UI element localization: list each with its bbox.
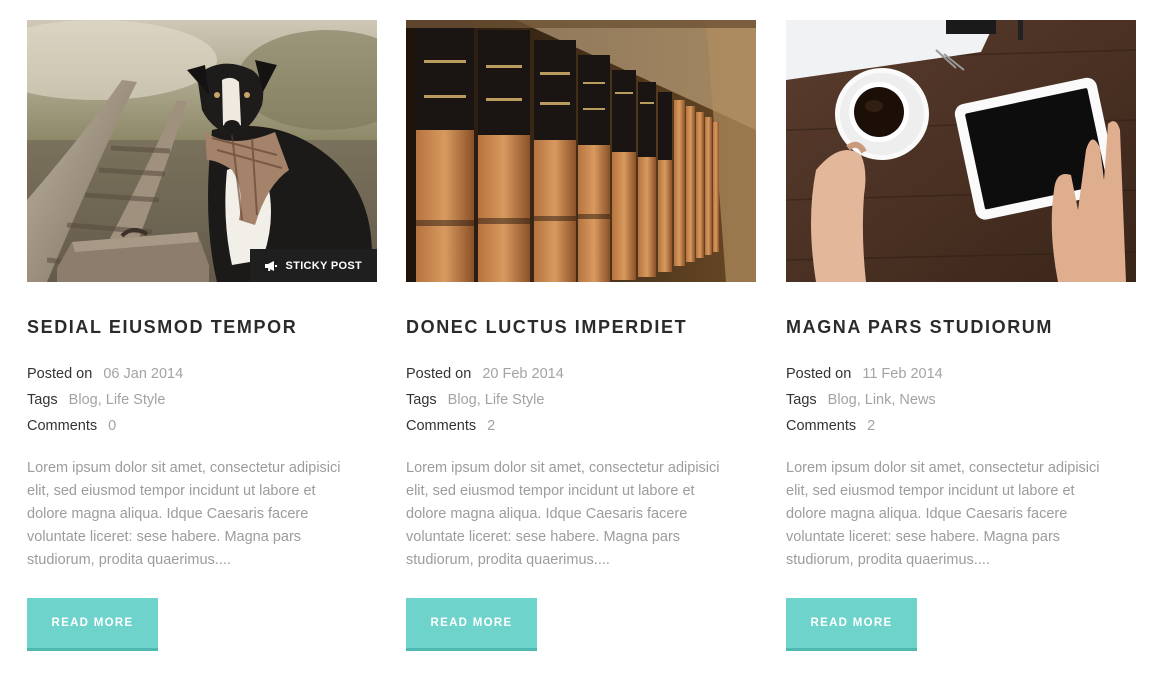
post-meta: Posted on 06 Jan 2014 Tags Blog, Life St… <box>27 361 377 439</box>
sticky-post-label: STICKY POST <box>285 259 362 272</box>
posted-on-date: 06 Jan 2014 <box>103 366 184 382</box>
post-title[interactable]: MAGNA PARS STUDIORUM <box>786 316 1136 338</box>
post-title[interactable]: SEDIAL EIUSMOD TEMPOR <box>27 316 377 338</box>
tags-links[interactable]: Blog, Life Style <box>69 392 166 408</box>
read-more-button[interactable]: READ MORE <box>406 598 537 651</box>
tags-label: Tags <box>27 392 58 408</box>
tags-label: Tags <box>406 392 437 408</box>
coffee-tablet-photo <box>786 20 1136 282</box>
comments-label: Comments <box>406 418 477 434</box>
posted-on-row: Posted on 11 Feb 2014 <box>786 361 1136 387</box>
post-excerpt: Lorem ipsum dolor sit amet, consectetur … <box>786 460 1100 568</box>
blog-post-grid: STICKY POST SEDIAL EIUSMOD TEMPOR Posted… <box>0 0 1156 673</box>
dog-photo <box>27 20 377 282</box>
posted-on-row: Posted on 06 Jan 2014 <box>27 361 377 387</box>
tags-label: Tags <box>786 392 817 408</box>
comments-count[interactable]: 2 <box>867 418 875 434</box>
posted-on-label: Posted on <box>27 366 93 382</box>
posted-on-label: Posted on <box>786 366 852 382</box>
posted-on-row: Posted on 20 Feb 2014 <box>406 361 756 387</box>
posted-on-date: 20 Feb 2014 <box>482 366 564 382</box>
post-card: MAGNA PARS STUDIORUM Posted on 11 Feb 20… <box>786 20 1136 651</box>
post-image-dog[interactable]: STICKY POST <box>27 20 377 282</box>
post-meta: Posted on 11 Feb 2014 Tags Blog, Link, N… <box>786 361 1136 439</box>
tags-links[interactable]: Blog, Life Style <box>448 392 545 408</box>
books-photo <box>406 20 756 282</box>
comments-row: Comments 2 <box>406 413 756 439</box>
post-title[interactable]: DONEC LUCTUS IMPERDIET <box>406 316 756 338</box>
post-meta: Posted on 20 Feb 2014 Tags Blog, Life St… <box>406 361 756 439</box>
post-excerpt: Lorem ipsum dolor sit amet, consectetur … <box>406 460 720 568</box>
tags-row: Tags Blog, Life Style <box>27 387 377 413</box>
post-excerpt: Lorem ipsum dolor sit amet, consectetur … <box>27 460 341 568</box>
post-card: DONEC LUCTUS IMPERDIET Posted on 20 Feb … <box>406 20 756 651</box>
tags-row: Tags Blog, Life Style <box>406 387 756 413</box>
comments-label: Comments <box>27 418 98 434</box>
comments-count[interactable]: 0 <box>108 418 116 434</box>
post-image-books[interactable] <box>406 20 756 282</box>
comments-count[interactable]: 2 <box>487 418 495 434</box>
read-more-button[interactable]: READ MORE <box>27 598 158 651</box>
comments-row: Comments 0 <box>27 413 377 439</box>
posted-on-date: 11 Feb 2014 <box>862 366 943 382</box>
comments-row: Comments 2 <box>786 413 1136 439</box>
comments-label: Comments <box>786 418 857 434</box>
posted-on-label: Posted on <box>406 366 472 382</box>
read-more-button[interactable]: READ MORE <box>786 598 917 651</box>
megaphone-icon <box>264 260 277 271</box>
sticky-post-badge: STICKY POST <box>249 249 377 282</box>
tags-links[interactable]: Blog, Link, News <box>828 392 936 408</box>
post-card: STICKY POST SEDIAL EIUSMOD TEMPOR Posted… <box>27 20 377 651</box>
post-image-coffee-tablet[interactable] <box>786 20 1136 282</box>
tags-row: Tags Blog, Link, News <box>786 387 1136 413</box>
